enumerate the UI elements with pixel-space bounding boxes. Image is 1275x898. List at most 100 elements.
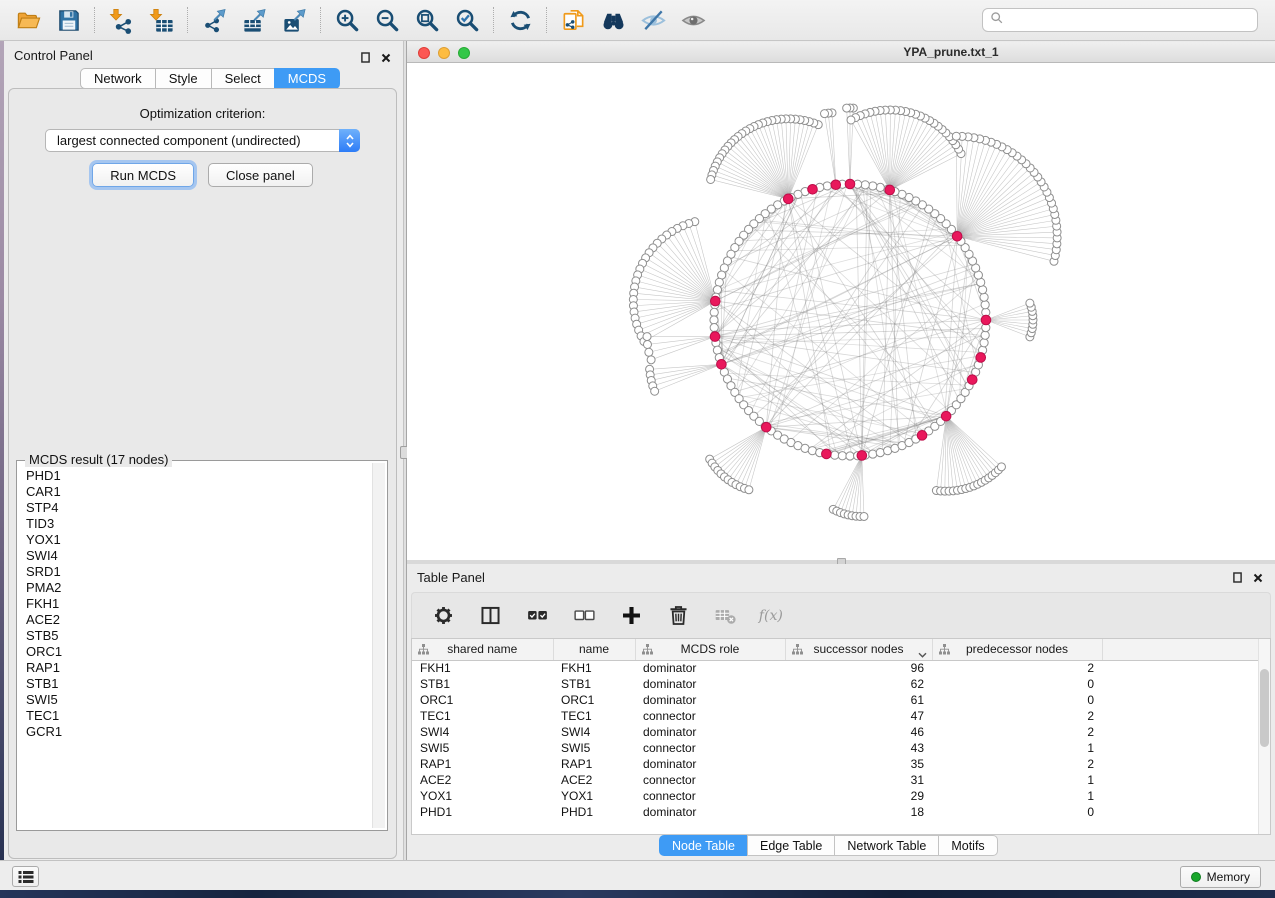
cell-MCDS-role[interactable]: dominator: [635, 804, 785, 820]
cell-name[interactable]: PHD1: [553, 804, 635, 820]
mcds-node[interactable]: [941, 411, 951, 421]
cell-name[interactable]: ACE2: [553, 772, 635, 788]
cell-successor-nodes[interactable]: 29: [785, 788, 932, 804]
tab-motifs[interactable]: Motifs: [938, 835, 997, 856]
column-header-successor-nodes[interactable]: successor nodes: [785, 639, 932, 660]
cell-MCDS-role[interactable]: dominator: [635, 724, 785, 740]
save-icon[interactable]: [51, 5, 85, 35]
tab-mcds[interactable]: MCDS: [274, 68, 340, 89]
mcds-node[interactable]: [711, 296, 721, 306]
export-network-icon[interactable]: [197, 5, 231, 35]
table-row[interactable]: FKH1FKH1dominator962: [412, 660, 1258, 676]
cell-predecessor-nodes[interactable]: 2: [932, 660, 1102, 676]
cell-shared-name[interactable]: SWI4: [412, 724, 553, 740]
table-row[interactable]: YOX1YOX1connector291: [412, 788, 1258, 804]
mcds-node[interactable]: [808, 184, 818, 194]
zoom-selected-icon[interactable]: [450, 5, 484, 35]
window-minimize-button[interactable]: [438, 47, 450, 59]
mcds-node[interactable]: [717, 359, 727, 369]
cell-name[interactable]: RAP1: [553, 756, 635, 772]
search-input[interactable]: [1008, 10, 1257, 30]
cell-successor-nodes[interactable]: 31: [785, 772, 932, 788]
mcds-result-item[interactable]: RAP1: [26, 660, 372, 676]
mcds-result-item[interactable]: YOX1: [26, 532, 372, 548]
cell-MCDS-role[interactable]: dominator: [635, 692, 785, 708]
table-scrollbar[interactable]: [1258, 639, 1270, 834]
cell-shared-name[interactable]: TEC1: [412, 708, 553, 724]
delete-icon[interactable]: [663, 602, 693, 630]
mcds-result-item[interactable]: TID3: [26, 516, 372, 532]
cell-predecessor-nodes[interactable]: 1: [932, 788, 1102, 804]
add-icon[interactable]: [616, 602, 646, 630]
tab-edge-table[interactable]: Edge Table: [747, 835, 834, 856]
cell-name[interactable]: SWI4: [553, 724, 635, 740]
close-panel-icon[interactable]: [381, 50, 391, 68]
cell-successor-nodes[interactable]: 47: [785, 708, 932, 724]
cell-successor-nodes[interactable]: 35: [785, 756, 932, 772]
float-panel-icon[interactable]: [361, 50, 370, 68]
cell-shared-name[interactable]: PHD1: [412, 804, 553, 820]
column-header-predecessor-nodes[interactable]: predecessor nodes: [932, 639, 1102, 660]
mcds-node[interactable]: [917, 431, 927, 441]
window-maximize-button[interactable]: [458, 47, 470, 59]
cell-shared-name[interactable]: ORC1: [412, 692, 553, 708]
float-table-panel-icon[interactable]: [1233, 570, 1242, 588]
clone-network-icon[interactable]: [556, 5, 590, 35]
cell-MCDS-role[interactable]: connector: [635, 788, 785, 804]
import-table-icon[interactable]: [144, 5, 178, 35]
mcds-node[interactable]: [967, 375, 977, 385]
close-table-panel-icon[interactable]: [1253, 570, 1263, 588]
cell-successor-nodes[interactable]: 46: [785, 724, 932, 740]
cell-MCDS-role[interactable]: dominator: [635, 756, 785, 772]
cell-successor-nodes[interactable]: 62: [785, 676, 932, 692]
memory-button[interactable]: Memory: [1180, 866, 1261, 888]
mcds-result-scrollbar[interactable]: [373, 463, 385, 828]
close-panel-button[interactable]: Close panel: [208, 163, 313, 187]
cell-predecessor-nodes[interactable]: 0: [932, 676, 1102, 692]
mcds-node[interactable]: [783, 194, 793, 204]
deselect-all-icon[interactable]: [569, 602, 599, 630]
mcds-result-item[interactable]: SWI4: [26, 548, 372, 564]
table-row[interactable]: SWI4SWI4dominator462: [412, 724, 1258, 740]
cell-MCDS-role[interactable]: dominator: [635, 676, 785, 692]
cell-predecessor-nodes[interactable]: 2: [932, 756, 1102, 772]
cell-shared-name[interactable]: STB1: [412, 676, 553, 692]
column-header-shared-name[interactable]: shared name: [412, 639, 553, 660]
mcds-node[interactable]: [831, 180, 841, 190]
export-table-icon[interactable]: [237, 5, 271, 35]
cell-name[interactable]: FKH1: [553, 660, 635, 676]
show-all-icon[interactable]: [676, 5, 710, 35]
tab-network-table[interactable]: Network Table: [834, 835, 938, 856]
mcds-node[interactable]: [710, 332, 720, 342]
table-row[interactable]: TEC1TEC1connector472: [412, 708, 1258, 724]
tab-node-table[interactable]: Node Table: [659, 835, 747, 856]
open-icon[interactable]: [11, 5, 45, 35]
cell-shared-name[interactable]: SWI5: [412, 740, 553, 756]
tab-style[interactable]: Style: [155, 68, 211, 89]
mcds-result-item[interactable]: PHD1: [26, 468, 372, 484]
mcds-node[interactable]: [822, 449, 832, 459]
tab-network[interactable]: Network: [80, 68, 155, 89]
cell-name[interactable]: SWI5: [553, 740, 635, 756]
cell-predecessor-nodes[interactable]: 1: [932, 740, 1102, 756]
mcds-result-item[interactable]: ORC1: [26, 644, 372, 660]
zoom-out-icon[interactable]: [370, 5, 404, 35]
network-canvas[interactable]: [407, 63, 1275, 560]
mcds-result-item[interactable]: GCR1: [26, 724, 372, 740]
cell-predecessor-nodes[interactable]: 0: [932, 804, 1102, 820]
mcds-node[interactable]: [981, 315, 991, 325]
cell-successor-nodes[interactable]: 43: [785, 740, 932, 756]
run-mcds-button[interactable]: Run MCDS: [92, 163, 194, 187]
mcds-result-list[interactable]: PHD1CAR1STP4TID3YOX1SWI4SRD1PMA2FKH1ACE2…: [19, 463, 373, 828]
column-header-name[interactable]: name: [553, 639, 635, 660]
mcds-result-item[interactable]: CAR1: [26, 484, 372, 500]
column-header-MCDS-role[interactable]: MCDS role: [635, 639, 785, 660]
mcds-result-item[interactable]: SRD1: [26, 564, 372, 580]
tab-select[interactable]: Select: [211, 68, 274, 89]
mcds-node[interactable]: [952, 231, 962, 241]
task-history-button[interactable]: [12, 866, 39, 887]
mcds-node[interactable]: [885, 185, 895, 195]
hide-selected-icon[interactable]: [636, 5, 670, 35]
window-close-button[interactable]: [418, 47, 430, 59]
mcds-result-item[interactable]: SWI5: [26, 692, 372, 708]
